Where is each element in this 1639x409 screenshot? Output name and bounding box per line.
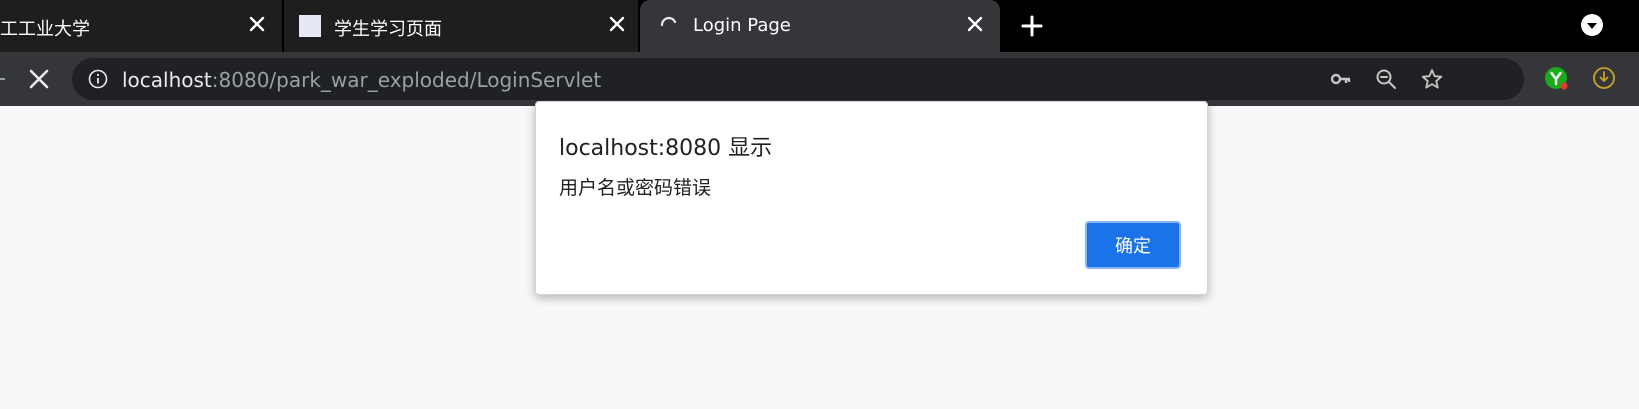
tab-title: 学生学习页面 bbox=[334, 19, 442, 40]
address-bar[interactable]: localhost:8080/park_war_exploded/LoginSe… bbox=[72, 58, 1524, 100]
close-tab-icon[interactable] bbox=[606, 13, 628, 35]
site-info-icon[interactable] bbox=[88, 69, 108, 89]
key-icon[interactable] bbox=[1330, 68, 1352, 90]
browser-toolbar: localhost:8080/park_war_exploded/LoginSe… bbox=[0, 52, 1639, 106]
zoom-out-icon[interactable] bbox=[1375, 68, 1397, 90]
close-tab-icon[interactable] bbox=[246, 13, 268, 35]
tab-search-chevron-icon[interactable] bbox=[1580, 13, 1604, 37]
extension-download-icon[interactable] bbox=[1591, 65, 1617, 91]
url-host: localhost bbox=[122, 68, 212, 92]
tab-title: 工工业大学 bbox=[0, 19, 90, 40]
url-path: :8080/park_war_exploded/LoginServlet bbox=[211, 68, 602, 92]
loading-spinner-icon bbox=[660, 16, 677, 27]
tab-student-study[interactable]: 学生学习页面 bbox=[284, 0, 638, 52]
page-favicon-icon bbox=[299, 15, 321, 37]
tab-login-page[interactable]: Login Page bbox=[640, 0, 1000, 52]
url-text[interactable]: localhost:8080/park_war_exploded/LoginSe… bbox=[122, 68, 601, 92]
bookmark-star-icon[interactable] bbox=[1421, 68, 1443, 90]
tab-title: Login Page bbox=[693, 15, 791, 36]
tab-university[interactable]: 工工业大学 bbox=[0, 0, 282, 52]
extension-y-icon[interactable] bbox=[1543, 65, 1569, 91]
new-tab-plus-icon[interactable] bbox=[1020, 14, 1044, 38]
close-tab-icon[interactable] bbox=[964, 13, 986, 35]
ok-button[interactable]: 确定 bbox=[1085, 221, 1181, 269]
alert-dialog: localhost:8080 显示 用户名或密码错误 确定 bbox=[535, 101, 1208, 295]
tab-strip: 工工业大学 学生学习页面 Login Page bbox=[0, 0, 1639, 52]
back-arrow-icon[interactable] bbox=[0, 70, 6, 88]
stop-loading-icon[interactable] bbox=[27, 67, 51, 91]
dialog-title: localhost:8080 显示 bbox=[559, 136, 773, 161]
dialog-message: 用户名或密码错误 bbox=[559, 177, 712, 199]
